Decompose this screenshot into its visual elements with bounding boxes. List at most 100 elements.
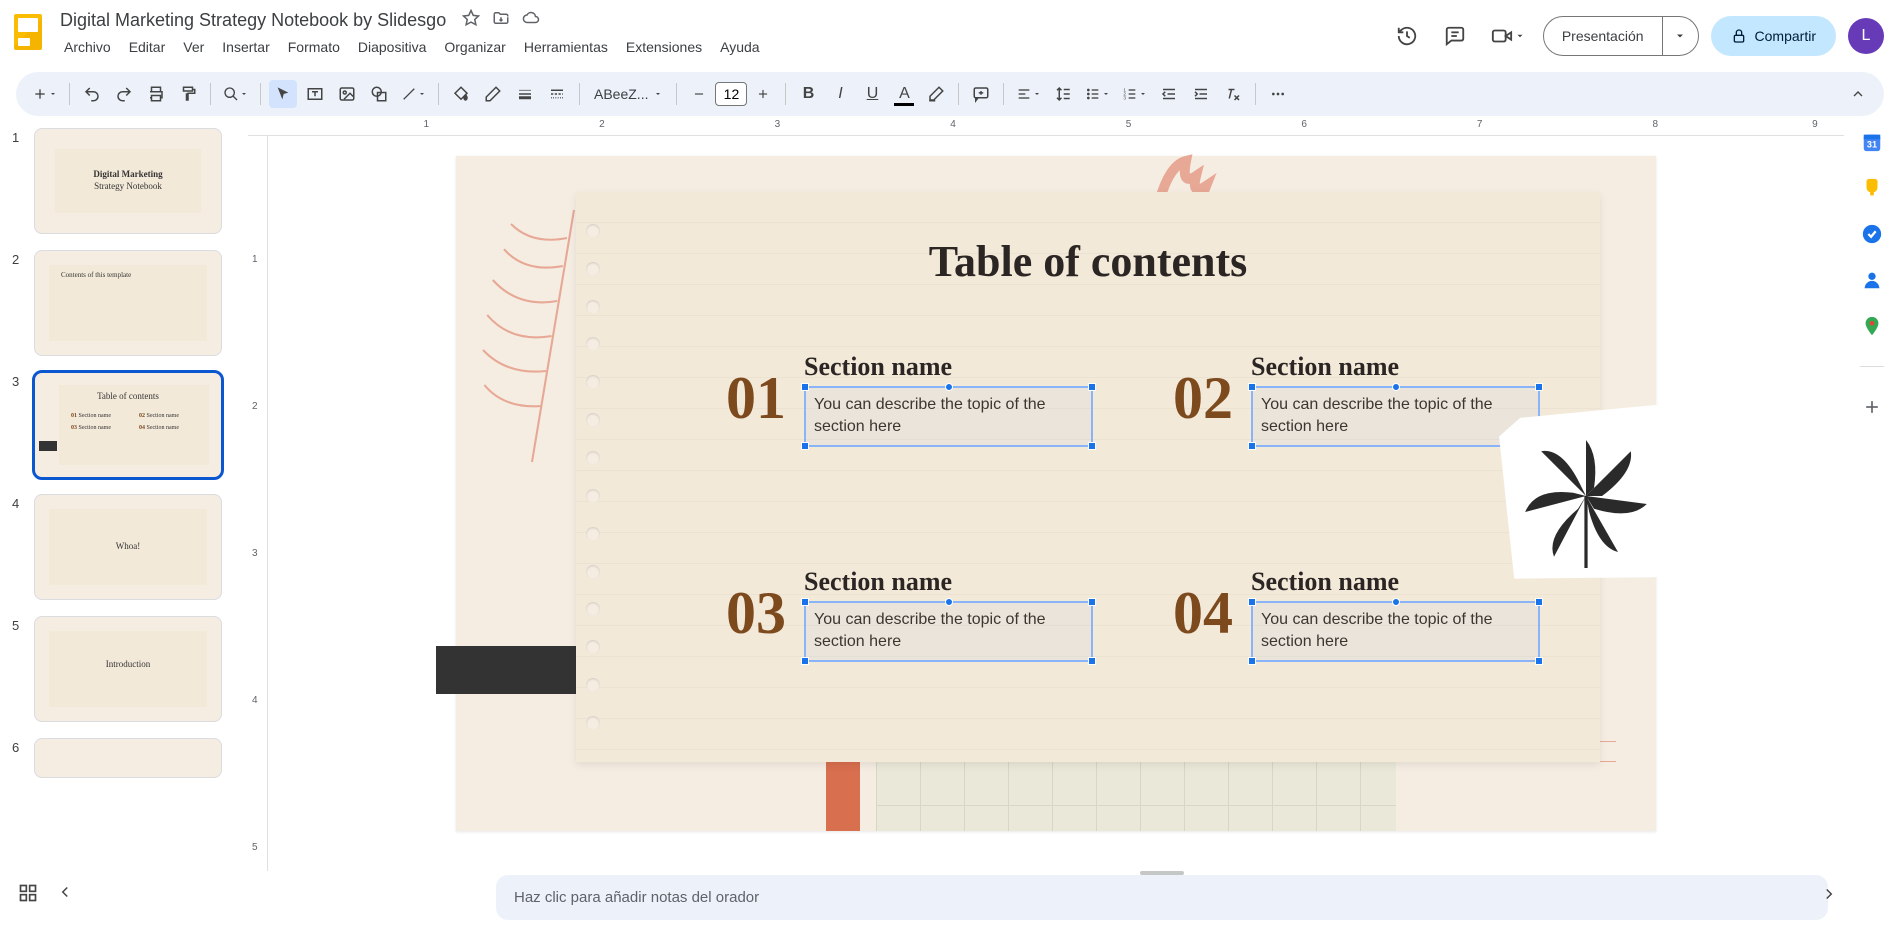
border-weight-button[interactable]	[511, 80, 539, 108]
toc-section-name[interactable]: Section name	[804, 567, 1093, 597]
maps-icon[interactable]	[1860, 314, 1884, 338]
calendar-icon[interactable]: 31	[1860, 130, 1884, 154]
menu-help[interactable]: Ayuda	[712, 35, 767, 59]
video-call-icon[interactable]	[1485, 18, 1531, 54]
toc-section-name[interactable]: Section name	[1251, 567, 1540, 597]
add-addon-icon[interactable]	[1860, 395, 1884, 419]
speaker-notes[interactable]: Haz clic para añadir notas del orador	[496, 875, 1828, 920]
font-size-decrease[interactable]	[685, 80, 713, 108]
tasks-icon[interactable]	[1860, 222, 1884, 246]
zoom-button[interactable]	[219, 80, 252, 108]
star-icon[interactable]	[462, 9, 480, 32]
selected-textbox[interactable]: You can describe the topic of the sectio…	[804, 386, 1093, 447]
toc-item-1[interactable]: 01 Section name You can describe the top…	[726, 352, 1093, 507]
present-dropdown[interactable]	[1662, 17, 1698, 55]
toc-description[interactable]: You can describe the topic of the sectio…	[814, 394, 1083, 439]
menu-insert[interactable]: Insertar	[214, 35, 277, 59]
contacts-icon[interactable]	[1860, 268, 1884, 292]
notebook-shape: Table of contents 01 Section name You ca…	[576, 192, 1600, 762]
slide-title[interactable]: Table of contents	[576, 236, 1600, 287]
select-tool[interactable]	[269, 80, 297, 108]
selected-textbox[interactable]: You can describe the topic of the sectio…	[1251, 386, 1540, 447]
insert-comment-button[interactable]	[967, 80, 995, 108]
font-size-input[interactable]	[715, 82, 747, 106]
account-avatar[interactable]: L	[1848, 18, 1884, 54]
svg-text:31: 31	[1867, 140, 1877, 150]
move-icon[interactable]	[492, 9, 510, 32]
comments-icon[interactable]	[1437, 18, 1473, 54]
new-slide-button[interactable]	[28, 80, 61, 108]
image-tool[interactable]	[333, 80, 361, 108]
border-dash-button[interactable]	[543, 80, 571, 108]
highlight-button[interactable]	[922, 80, 950, 108]
font-size-increase[interactable]	[749, 80, 777, 108]
slide-number: 4	[12, 494, 24, 511]
toc-item-4[interactable]: 04 Section name You can describe the top…	[1173, 567, 1540, 722]
slides-logo[interactable]	[8, 12, 48, 52]
menu-view[interactable]: Ver	[175, 35, 212, 59]
menu-format[interactable]: Formato	[280, 35, 348, 59]
numbered-list-button[interactable]: 123	[1118, 80, 1151, 108]
font-selector[interactable]: ABeeZ...	[588, 86, 668, 102]
slide-number: 2	[12, 250, 24, 267]
slide-thumbnail-5[interactable]: Introduction	[34, 616, 222, 722]
document-title[interactable]: Digital Marketing Strategy Notebook by S…	[56, 8, 450, 33]
bold-button[interactable]: B	[794, 80, 822, 108]
font-name-label: ABeeZ...	[594, 86, 648, 102]
toc-description[interactable]: You can describe the topic of the sectio…	[814, 609, 1083, 654]
history-icon[interactable]	[1389, 18, 1425, 54]
grid-paper-decoration	[876, 761, 1396, 831]
collapse-toolbar-button[interactable]	[1844, 80, 1872, 108]
menu-arrange[interactable]: Organizar	[436, 35, 513, 59]
toc-item-2[interactable]: 02 Section name You can describe the top…	[1173, 352, 1540, 507]
share-label: Compartir	[1755, 28, 1816, 44]
share-button[interactable]: Compartir	[1711, 16, 1836, 56]
print-button[interactable]	[142, 80, 170, 108]
shape-tool[interactable]	[365, 80, 393, 108]
present-button[interactable]: Presentación	[1544, 17, 1662, 55]
bullet-list-button[interactable]	[1081, 80, 1114, 108]
menu-extensions[interactable]: Extensiones	[618, 35, 710, 59]
text-color-button[interactable]: A	[890, 80, 918, 108]
border-color-button[interactable]	[479, 80, 507, 108]
slide-thumbnail-3[interactable]: Table of contents 01 Section name02 Sect…	[34, 372, 222, 478]
slide-thumbnail-6[interactable]	[34, 738, 222, 778]
slide-thumbnail-4[interactable]: Whoa!	[34, 494, 222, 600]
toc-item-3[interactable]: 03 Section name You can describe the top…	[726, 567, 1093, 722]
toolbar: ABeeZ... B I U A 123	[16, 72, 1884, 116]
toc-section-name[interactable]: Section name	[804, 352, 1093, 382]
more-button[interactable]	[1264, 80, 1292, 108]
slide-thumbnail-1[interactable]: Digital MarketingStrategy Notebook	[34, 128, 222, 234]
italic-button[interactable]: I	[826, 80, 854, 108]
menu-file[interactable]: Archivo	[56, 35, 119, 59]
textbox-tool[interactable]	[301, 80, 329, 108]
slide-filmstrip[interactable]: 1 Digital MarketingStrategy Notebook 2 C…	[0, 116, 248, 928]
indent-decrease-button[interactable]	[1155, 80, 1183, 108]
clear-format-button[interactable]	[1219, 80, 1247, 108]
leaf-photo-decoration	[1506, 416, 1666, 576]
slide-thumbnail-2[interactable]: Contents of this template	[34, 250, 222, 356]
toc-description[interactable]: You can describe the topic of the sectio…	[1261, 609, 1530, 654]
line-tool[interactable]	[397, 80, 430, 108]
collapse-filmstrip-icon[interactable]	[56, 883, 74, 908]
keep-icon[interactable]	[1860, 176, 1884, 200]
toc-section-name[interactable]: Section name	[1251, 352, 1540, 382]
line-spacing-button[interactable]	[1049, 80, 1077, 108]
align-button[interactable]	[1012, 80, 1045, 108]
redo-button[interactable]	[110, 80, 138, 108]
menu-edit[interactable]: Editar	[121, 35, 174, 59]
undo-button[interactable]	[78, 80, 106, 108]
toc-description[interactable]: You can describe the topic of the sectio…	[1261, 394, 1530, 439]
grid-view-icon[interactable]	[18, 883, 38, 908]
paint-format-button[interactable]	[174, 80, 202, 108]
selected-textbox[interactable]: You can describe the topic of the sectio…	[1251, 601, 1540, 662]
menu-slide[interactable]: Diapositiva	[350, 35, 434, 59]
slide-canvas[interactable]: Table of contents 01 Section name You ca…	[456, 156, 1656, 831]
underline-button[interactable]: U	[858, 80, 886, 108]
selected-textbox[interactable]: You can describe the topic of the sectio…	[804, 601, 1093, 662]
expand-sidepanel-icon[interactable]	[1820, 885, 1838, 908]
fill-color-button[interactable]	[447, 80, 475, 108]
cloud-status-icon[interactable]	[522, 9, 540, 32]
menu-tools[interactable]: Herramientas	[516, 35, 616, 59]
indent-increase-button[interactable]	[1187, 80, 1215, 108]
